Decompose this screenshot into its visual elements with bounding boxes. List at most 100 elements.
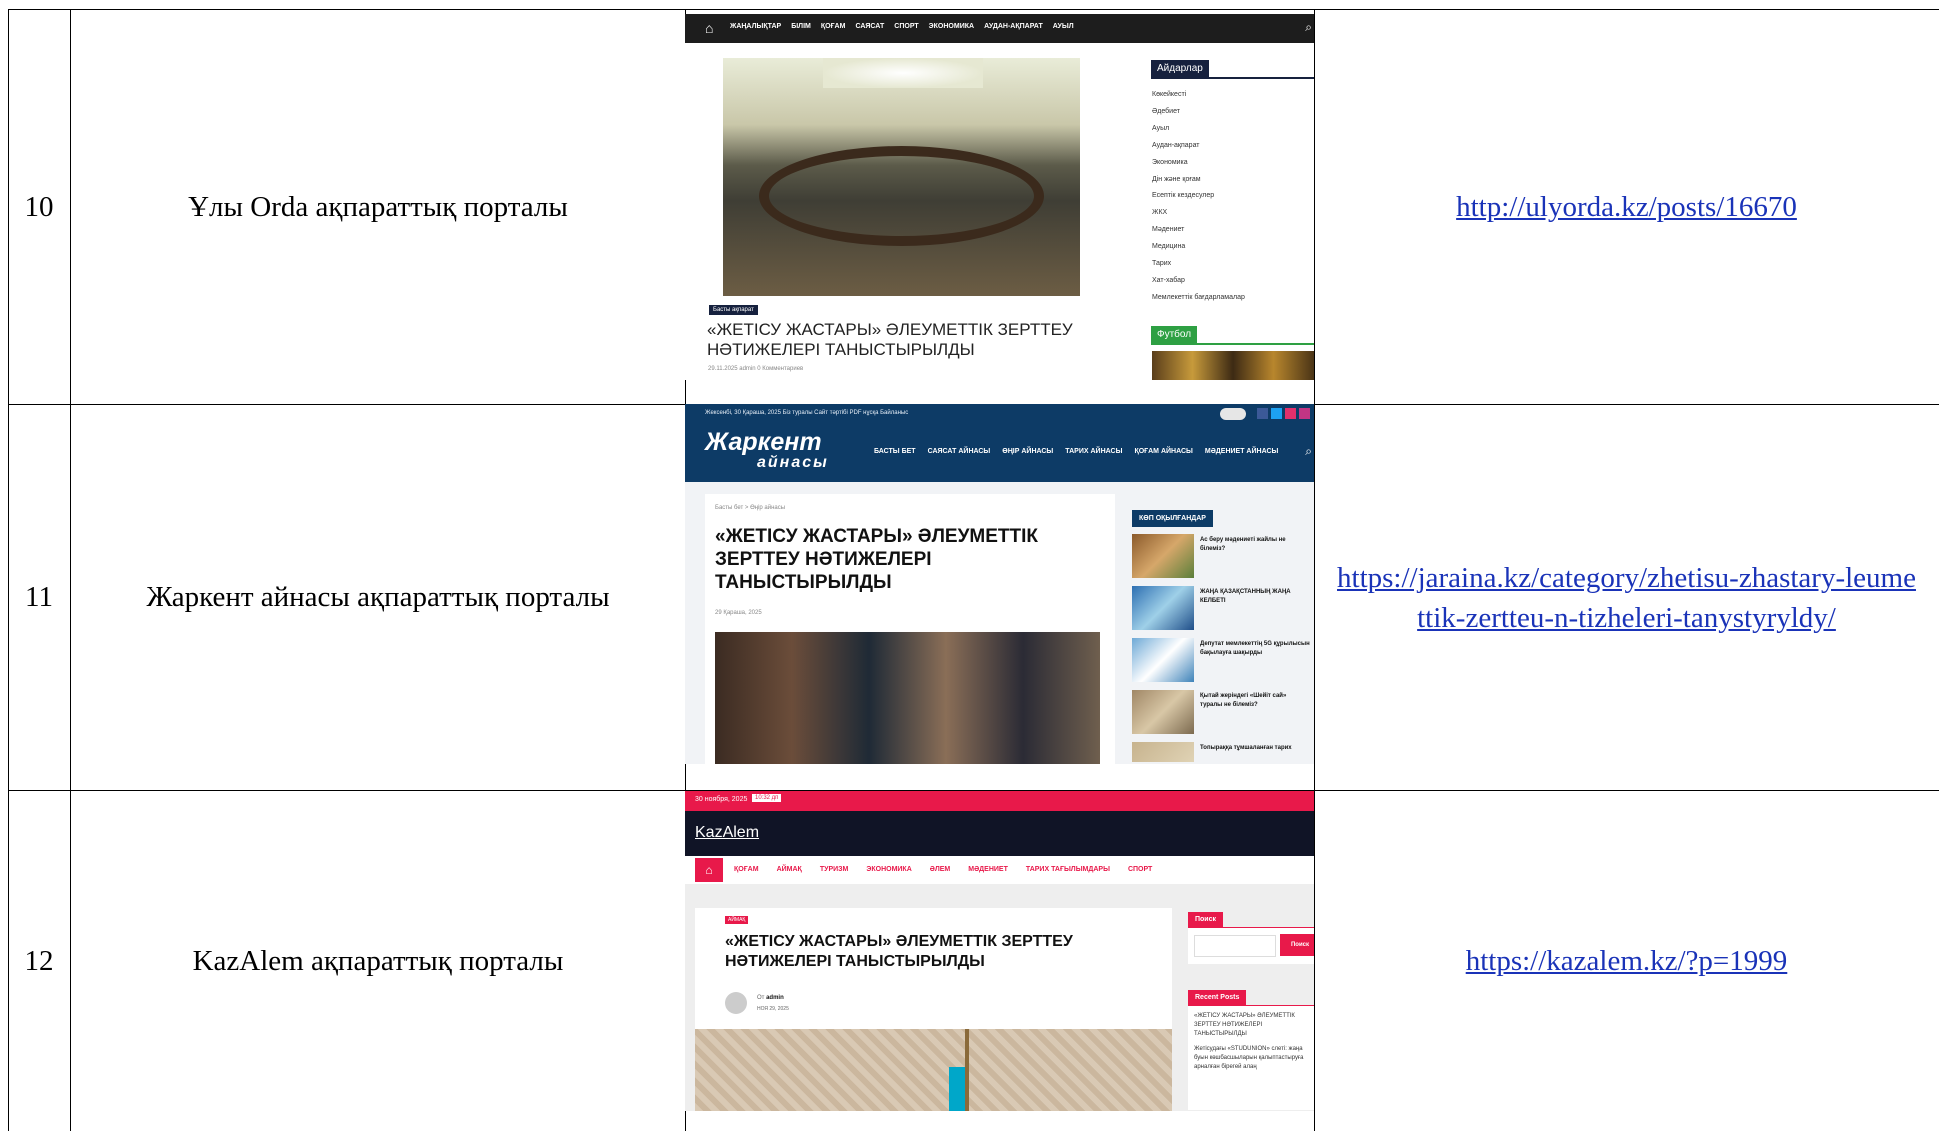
football-image <box>1152 351 1314 380</box>
sidebar-item[interactable]: Экономика <box>1152 155 1245 172</box>
instagram-icon[interactable] <box>1299 408 1310 419</box>
nav-item[interactable]: ТУРИЗМ <box>820 866 849 873</box>
sidebar-list: Көкейкесті Әдебиет Ауыл Аудан-ақпарат Эк… <box>1152 87 1245 307</box>
post-title: Ас беру мәдениеті жайлы не білеміз? <box>1200 537 1286 552</box>
nav-item[interactable]: ҚОҒАМ <box>821 23 846 30</box>
sidebar-item[interactable]: Медицина <box>1152 239 1245 256</box>
sidebar-post[interactable]: Топыраққа тұмшаланған тарих <box>1132 742 1314 762</box>
sidebar-header: КӨП ОҚЫЛҒАНДАР <box>1132 507 1213 527</box>
nav-item[interactable]: СПОРТ <box>894 23 918 30</box>
sidebar-item[interactable]: Ауыл <box>1152 121 1245 138</box>
nav-item[interactable]: МӘДЕНИЕТ <box>968 866 1008 873</box>
sidebar-post[interactable]: Ас беру мәдениеті жайлы не білеміз? <box>1132 534 1314 586</box>
search-button[interactable]: Поиск <box>1280 934 1314 956</box>
article-date: НОЯ 29, 2025 <box>757 1006 789 1012</box>
topbar-time: 10:32 дп <box>752 794 782 802</box>
sidebar-post[interactable]: Қытай жеріндегі «Шейіт сай» туралы не бі… <box>1132 690 1314 742</box>
nav-item[interactable]: ӨҢІР АЙНАСЫ <box>1002 448 1053 455</box>
flag <box>949 1067 965 1111</box>
logo[interactable]: KazAlem <box>695 824 759 842</box>
sidebar-post[interactable]: ЖАҢА ҚАЗАҚСТАННЫҢ ЖАҢА КЕЛБЕТІ <box>1132 586 1314 638</box>
article-card: АЙМАҚ «ЖЕТІСУ ЖАСТАРЫ» ӘЛЕУМЕТТІК ЗЕРТТЕ… <box>695 908 1172 1111</box>
kazalem-header: KazAlem <box>685 811 1314 856</box>
sidebar-item[interactable]: Көкейкесті <box>1152 87 1245 104</box>
nav-item[interactable]: ТАРИХ ТАҒЫЛЫМДАРЫ <box>1026 866 1110 873</box>
search-input[interactable] <box>1194 935 1276 957</box>
sidebar-item[interactable]: Хат-хабар <box>1152 273 1245 290</box>
nav-item[interactable]: СПОРТ <box>1128 866 1152 873</box>
category-badge: Басты ақпарат <box>709 305 758 315</box>
portal-link-cell: https://kazalem.kz/?p=1999 <box>1314 791 1939 1131</box>
youtube-icon[interactable] <box>1285 408 1296 419</box>
nav-item[interactable]: ЖАҢАЛЫҚТАР <box>730 23 781 30</box>
nav-item[interactable]: ТАРИХ АЙНАСЫ <box>1065 448 1122 455</box>
sidebar-post[interactable]: Депутат мемлекеттің 5G құрылысын бақылау… <box>1132 638 1314 690</box>
portal-link[interactable]: https://kazalem.kz/?p=1999 <box>1466 941 1788 981</box>
post-thumb <box>1132 638 1194 682</box>
search-icon[interactable]: ⌕ <box>1305 20 1312 35</box>
post-thumb <box>1132 690 1194 734</box>
nav-item[interactable]: САЯСАТ АЙНАСЫ <box>928 448 991 455</box>
sidebar-list: Ас беру мәдениеті жайлы не білеміз? ЖАҢА… <box>1132 534 1314 762</box>
recent-post[interactable]: Жетісудағы «STUDUNION» слеті: жаңа буын … <box>1194 1045 1308 1072</box>
topbar-date: 30 ноября, 2025 <box>695 796 748 803</box>
flagpole <box>965 1029 969 1111</box>
portal-link[interactable]: https://jaraina.kz/category/zhetisu-zhas… <box>1334 558 1919 638</box>
portal-link[interactable]: http://ulyorda.kz/posts/16670 <box>1456 187 1797 227</box>
nav-item[interactable]: ҚОҒАМ АЙНАСЫ <box>1134 448 1192 455</box>
nav-item[interactable]: АУДАН-АҚПАРАТ <box>984 23 1043 30</box>
sidebar-item[interactable]: Дін және қоғам <box>1152 172 1245 189</box>
logo-top[interactable]: Жаркент <box>705 428 822 457</box>
article-image <box>695 1029 1172 1111</box>
home-icon[interactable]: ⌂ <box>705 20 713 36</box>
sidebar-header-football: Футбол <box>1151 324 1314 345</box>
search-title: Поиск <box>1188 912 1224 927</box>
facebook-icon[interactable] <box>1257 408 1268 419</box>
sidebar-item[interactable]: Аудан-ақпарат <box>1152 138 1245 155</box>
sidebar-item[interactable]: Әдебиет <box>1152 104 1245 121</box>
sidebar-item[interactable]: ЖКХ <box>1152 205 1245 222</box>
row-number: 12 <box>24 944 54 977</box>
article-meta: 29.11.2025 admin 0 Комментариев <box>708 366 804 372</box>
theme-toggle[interactable] <box>1220 408 1246 420</box>
nav-item[interactable]: МӘДЕНИЕТ АЙНАСЫ <box>1205 448 1278 455</box>
nav-item[interactable]: АУЫЛ <box>1053 23 1074 30</box>
post-thumb <box>1132 534 1194 578</box>
logo-bottom: айнасы <box>757 454 829 471</box>
ulyorda-navbar: ⌂ ЖАҢАЛЫҚТАР БІЛІМ ҚОҒАМ САЯСАТ СПОРТ ЭК… <box>685 14 1314 43</box>
recent-posts-widget: Recent Posts «ЖЕТІСУ ЖАСТАРЫ» ӘЛЕУМЕТТІК… <box>1188 986 1314 1110</box>
nav-item[interactable]: ӘЛЕМ <box>930 866 951 873</box>
breadcrumb: Басты бет > Өңір айнасы <box>715 505 786 511</box>
nav-item[interactable]: АЙМАҚ <box>777 866 802 873</box>
recent-post[interactable]: «ЖЕТІСУ ЖАСТАРЫ» ӘЛЕУМЕТТІК ЗЕРТТЕУ НӘТИ… <box>1194 1012 1308 1039</box>
nav-item[interactable]: ЭКОНОМИКА <box>866 866 911 873</box>
nav-item[interactable]: САЯСАТ <box>855 23 884 30</box>
nav-item[interactable]: БІЛІМ <box>791 23 811 30</box>
search-icon[interactable]: ⌕ <box>1305 444 1312 459</box>
category-tag[interactable]: АЙМАҚ <box>725 916 749 924</box>
portal-link-cell: https://jaraina.kz/category/zhetisu-zhas… <box>1314 405 1939 790</box>
table-shape <box>759 146 1044 246</box>
article-headline[interactable]: «ЖЕТІСУ ЖАСТАРЫ» ӘЛЕУМЕТТІК ЗЕРТТЕУ НӘТИ… <box>725 932 1145 972</box>
jaraina-header: Жексенбі, 30 Қараша, 2025 Біз туралы Сай… <box>685 404 1314 482</box>
twitter-icon[interactable] <box>1271 408 1282 419</box>
nav-item[interactable]: ҚОҒАМ <box>734 866 759 873</box>
article-headline[interactable]: «ЖЕТІСУ ЖАСТАРЫ» ӘЛЕУМЕТТІК ЗЕРТТЕУ НӘТИ… <box>715 525 1075 594</box>
article-card: Басты бет > Өңір айнасы «ЖЕТІСУ ЖАСТАРЫ»… <box>705 494 1115 764</box>
sidebar-title: Айдарлар <box>1151 60 1209 77</box>
nav-item[interactable]: ЭКОНОМИКА <box>929 23 974 30</box>
author-name[interactable]: admin <box>766 995 784 1001</box>
sidebar-item[interactable]: Есептік кездесулер <box>1152 188 1245 205</box>
article-image <box>715 632 1100 764</box>
avatar <box>725 992 747 1014</box>
nav-item[interactable]: БАСТЫ БЕТ <box>874 448 916 455</box>
sidebar-item[interactable]: Мәдениет <box>1152 222 1245 239</box>
sidebar-item[interactable]: Мемлекеттік бағдарламалар <box>1152 290 1245 307</box>
article-headline[interactable]: «ЖЕТІСУ ЖАСТАРЫ» ӘЛЕУМЕТТІК ЗЕРТТЕУ НӘТИ… <box>707 320 1087 360</box>
row-number: 11 <box>25 581 53 613</box>
home-icon[interactable]: ⌂ <box>695 858 723 882</box>
sidebar-item[interactable]: Тарих <box>1152 256 1245 273</box>
sidebar-header: Айдарлар <box>1151 58 1314 79</box>
topbar-text: Жексенбі, 30 Қараша, 2025 Біз туралы Сай… <box>705 410 909 416</box>
portal-name: KazAlem ақпараттық порталы <box>192 944 564 977</box>
